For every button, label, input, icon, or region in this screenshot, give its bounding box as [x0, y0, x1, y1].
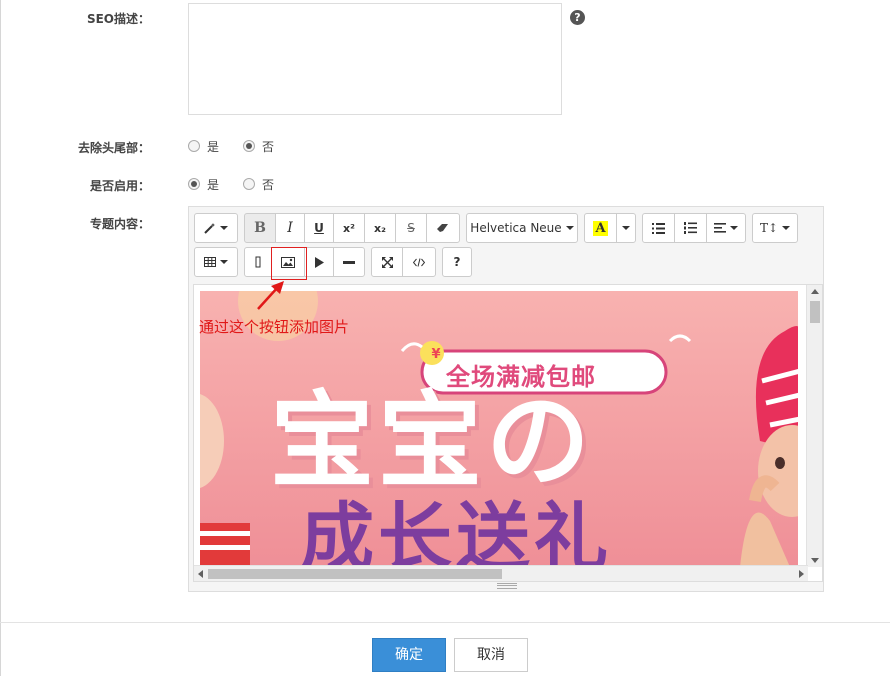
minus-icon [343, 260, 355, 264]
underline-button[interactable]: U [304, 213, 334, 243]
font-color-icon: A [593, 220, 608, 236]
enabled-label: 是否启用： [89, 179, 150, 193]
bold-button[interactable]: B [244, 213, 276, 243]
insert-video-button[interactable] [304, 247, 334, 277]
clear-format-button[interactable] [426, 213, 460, 243]
fullscreen-button[interactable] [371, 247, 403, 277]
line-height-dropdown[interactable]: T↕ [752, 213, 798, 243]
chevron-down-icon [730, 226, 738, 230]
link-icon [255, 256, 261, 268]
play-icon [315, 256, 324, 268]
seo-description-textarea[interactable] [188, 3, 562, 115]
font-color-button[interactable]: A [584, 213, 617, 243]
eraser-icon [437, 224, 448, 232]
toolbar-row-2: ? [194, 247, 478, 277]
chevron-down-icon [565, 226, 574, 230]
code-icon [413, 257, 425, 267]
footer-divider [0, 622, 890, 623]
confirm-button[interactable]: 确定 [372, 638, 446, 672]
enabled-no-radio[interactable]: 否 [243, 176, 274, 192]
chevron-down-icon [220, 226, 228, 230]
banner-subline: 成长送礼 [300, 495, 612, 567]
horizontal-scroll-thumb[interactable] [208, 569, 502, 579]
magic-wand-icon [204, 223, 215, 234]
left-border [0, 0, 1, 676]
scroll-right-icon[interactable] [799, 570, 804, 578]
code-view-button[interactable] [402, 247, 436, 277]
paragraph-align-dropdown[interactable] [706, 213, 746, 243]
subscript-button[interactable]: x₂ [364, 213, 396, 243]
unordered-list-button[interactable] [642, 213, 675, 243]
editor-help-button[interactable]: ? [442, 247, 472, 277]
italic-button[interactable]: I [275, 213, 305, 243]
vertical-scrollbar[interactable] [806, 285, 822, 567]
radio-checked-icon [188, 178, 200, 190]
numbered-list-icon [684, 222, 697, 234]
annotation-arrow-icon [257, 281, 284, 310]
superscript-button[interactable]: x² [333, 213, 365, 243]
align-left-icon [714, 223, 726, 233]
scroll-up-icon[interactable] [811, 289, 819, 294]
table-icon [204, 257, 216, 267]
enabled-yes-radio[interactable]: 是 [188, 176, 219, 192]
vertical-scroll-thumb[interactable] [810, 301, 820, 323]
chevron-down-icon [220, 260, 228, 264]
scroll-left-icon[interactable] [198, 570, 203, 578]
insert-link-button[interactable] [244, 247, 272, 277]
table-dropdown-button[interactable] [194, 247, 238, 277]
remove-header-footer-label: 去除头尾部： [77, 141, 150, 155]
text-height-icon: T↕ [759, 221, 779, 235]
radio-label-no: 否 [262, 139, 275, 154]
radio-label-yes: 是 [207, 177, 220, 192]
horizontal-scrollbar[interactable] [194, 565, 808, 581]
seo-description-label: SEO描述： [86, 12, 150, 26]
bullet-list-icon [652, 222, 665, 234]
banner-headline: 宝宝の [270, 380, 595, 502]
font-family-value: Helvetica Neue [470, 221, 562, 235]
annotation-highlight-box [271, 247, 307, 280]
expand-icon [381, 256, 393, 268]
font-color-dropdown[interactable] [616, 213, 636, 243]
header-footer-no-radio[interactable]: 否 [243, 138, 274, 154]
radio-circle-icon [188, 140, 200, 152]
svg-text:¥: ¥ [431, 347, 440, 362]
radio-label-yes: 是 [207, 139, 220, 154]
strikethrough-button[interactable]: S [395, 213, 427, 243]
scroll-down-icon[interactable] [811, 558, 819, 563]
topic-content-label: 专题内容： [89, 217, 150, 231]
radio-circle-icon [243, 178, 255, 190]
help-icon[interactable]: ? [570, 10, 585, 25]
horizontal-rule-button[interactable] [333, 247, 365, 277]
ordered-list-button[interactable] [674, 213, 707, 243]
header-footer-yes-radio[interactable]: 是 [188, 138, 219, 154]
editor-resize-handle[interactable] [497, 583, 517, 589]
chevron-down-icon [622, 226, 630, 230]
annotation-text: 通过这个按钮添加图片 [199, 318, 350, 336]
radio-checked-icon [243, 140, 255, 152]
radio-label-no: 否 [262, 177, 275, 192]
chevron-down-icon [782, 226, 791, 230]
cancel-button[interactable]: 取消 [454, 638, 528, 672]
font-family-dropdown[interactable]: Helvetica Neue [466, 213, 578, 243]
toolbar-row-1: B I U x² x₂ S Helvetica Neue A T↕ [194, 213, 804, 243]
style-dropdown-button[interactable] [194, 213, 238, 243]
